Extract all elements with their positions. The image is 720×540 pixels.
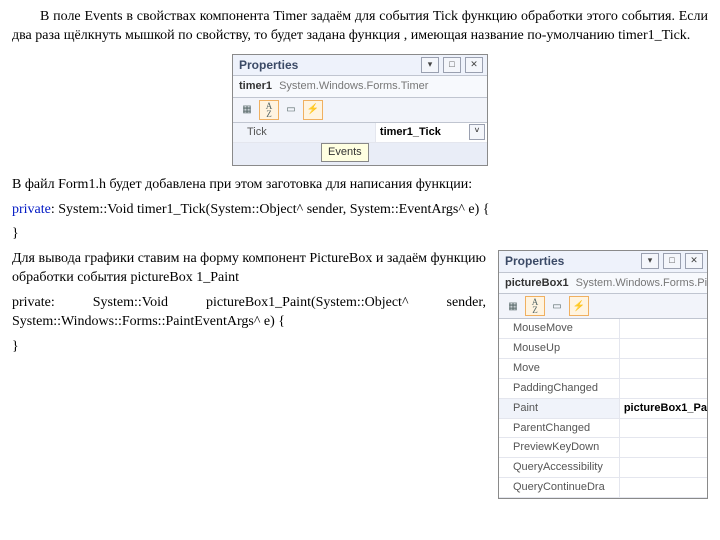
object-type: System.Windows.Forms.Timer <box>279 80 428 92</box>
keyword-private: private <box>12 202 51 217</box>
event-value <box>620 419 707 438</box>
alphabetical-icon[interactable]: AZ <box>259 100 279 120</box>
event-value <box>620 478 707 497</box>
code1-rest: : System::Void timer1_Tick(System::Objec… <box>51 202 490 217</box>
object-selector[interactable]: pictureBox1 System.Windows.Forms.Pictur <box>499 273 707 295</box>
property-grid: Tick timer1_Tick ˅ <box>233 123 487 143</box>
event-name: PaddingChanged <box>499 379 620 398</box>
alphabetical-icon[interactable]: AZ <box>525 296 545 316</box>
grid-row[interactable]: PaintpictureBox1_Paint <box>499 399 707 419</box>
event-name: QueryContinueDra <box>499 478 620 497</box>
event-name: Move <box>499 359 620 378</box>
pin-icon[interactable]: □ <box>443 57 461 73</box>
object-type: System.Windows.Forms.Pictur <box>576 277 707 289</box>
panel-title: Properties <box>505 253 564 269</box>
dropdown-icon[interactable]: ▾ <box>641 253 659 269</box>
event-name: QueryAccessibility <box>499 458 620 477</box>
event-value <box>620 379 707 398</box>
grid-row[interactable]: ParentChanged <box>499 419 707 439</box>
grid-row[interactable]: MouseUp <box>499 339 707 359</box>
object-selector[interactable]: timer1 System.Windows.Forms.Timer <box>233 76 487 98</box>
grid-row[interactable]: QueryAccessibility <box>499 458 707 478</box>
events-icon[interactable]: ⚡ <box>303 100 323 120</box>
panel-titlebar: Properties ▾ □ ✕ <box>499 251 707 272</box>
event-value <box>620 359 707 378</box>
p2: В файл Form1.h будет добавлена при этом … <box>12 176 708 195</box>
event-value <box>620 458 707 477</box>
intro-paragraph: В поле Events в свойствах компонента Tim… <box>12 8 708 46</box>
grid-row[interactable]: QueryContinueDra <box>499 478 707 498</box>
object-name: timer1 <box>239 80 272 92</box>
grid-row[interactable]: PreviewKeyDown <box>499 438 707 458</box>
panel-toolbar: ▦ AZ ▭ ⚡ <box>233 98 487 123</box>
properties-panel-timer: Properties ▾ □ ✕ timer1 System.Windows.F… <box>232 54 488 166</box>
grid-row[interactable]: PaddingChanged <box>499 379 707 399</box>
panel-title: Properties <box>239 57 298 73</box>
tooltip-area: Events <box>233 143 487 165</box>
grid-row[interactable]: Move <box>499 359 707 379</box>
events-icon[interactable]: ⚡ <box>569 296 589 316</box>
grid-row[interactable]: MouseMove <box>499 319 707 339</box>
panel-toolbar: ▦ AZ ▭ ⚡ <box>499 294 707 319</box>
event-value: pictureBox1_Paint <box>620 399 707 418</box>
properties-icon[interactable]: ▭ <box>547 296 567 316</box>
event-name: ParentChanged <box>499 419 620 438</box>
chevron-down-icon[interactable]: ˅ <box>469 124 485 140</box>
panel-titlebar: Properties ▾ □ ✕ <box>233 55 487 76</box>
categorized-icon[interactable]: ▦ <box>503 296 523 316</box>
event-value: timer1_Tick <box>380 126 441 138</box>
properties-panel-picturebox: Properties ▾ □ ✕ pictureBox1 System.Wind… <box>498 250 708 499</box>
object-name: pictureBox1 <box>505 277 569 289</box>
properties-icon[interactable]: ▭ <box>281 100 301 120</box>
event-value <box>620 438 707 457</box>
event-name: Paint <box>499 399 620 418</box>
event-value <box>620 339 707 358</box>
pin-icon[interactable]: □ <box>663 253 681 269</box>
property-grid: MouseMoveMouseUpMovePaddingChangedPaintp… <box>499 319 707 498</box>
event-name: PreviewKeyDown <box>499 438 620 457</box>
event-name: MouseUp <box>499 339 620 358</box>
code-block-1: private: System::Void timer1_Tick(System… <box>12 201 708 220</box>
event-value <box>620 319 707 338</box>
dropdown-icon[interactable]: ▾ <box>421 57 439 73</box>
grid-row-tick[interactable]: Tick timer1_Tick ˅ <box>233 123 487 143</box>
code-block-1-close: } <box>12 225 708 244</box>
close-icon[interactable]: ✕ <box>465 57 483 73</box>
event-name: Tick <box>233 123 376 142</box>
event-name: MouseMove <box>499 319 620 338</box>
categorized-icon[interactable]: ▦ <box>237 100 257 120</box>
tooltip: Events <box>321 143 369 162</box>
close-icon[interactable]: ✕ <box>685 253 703 269</box>
